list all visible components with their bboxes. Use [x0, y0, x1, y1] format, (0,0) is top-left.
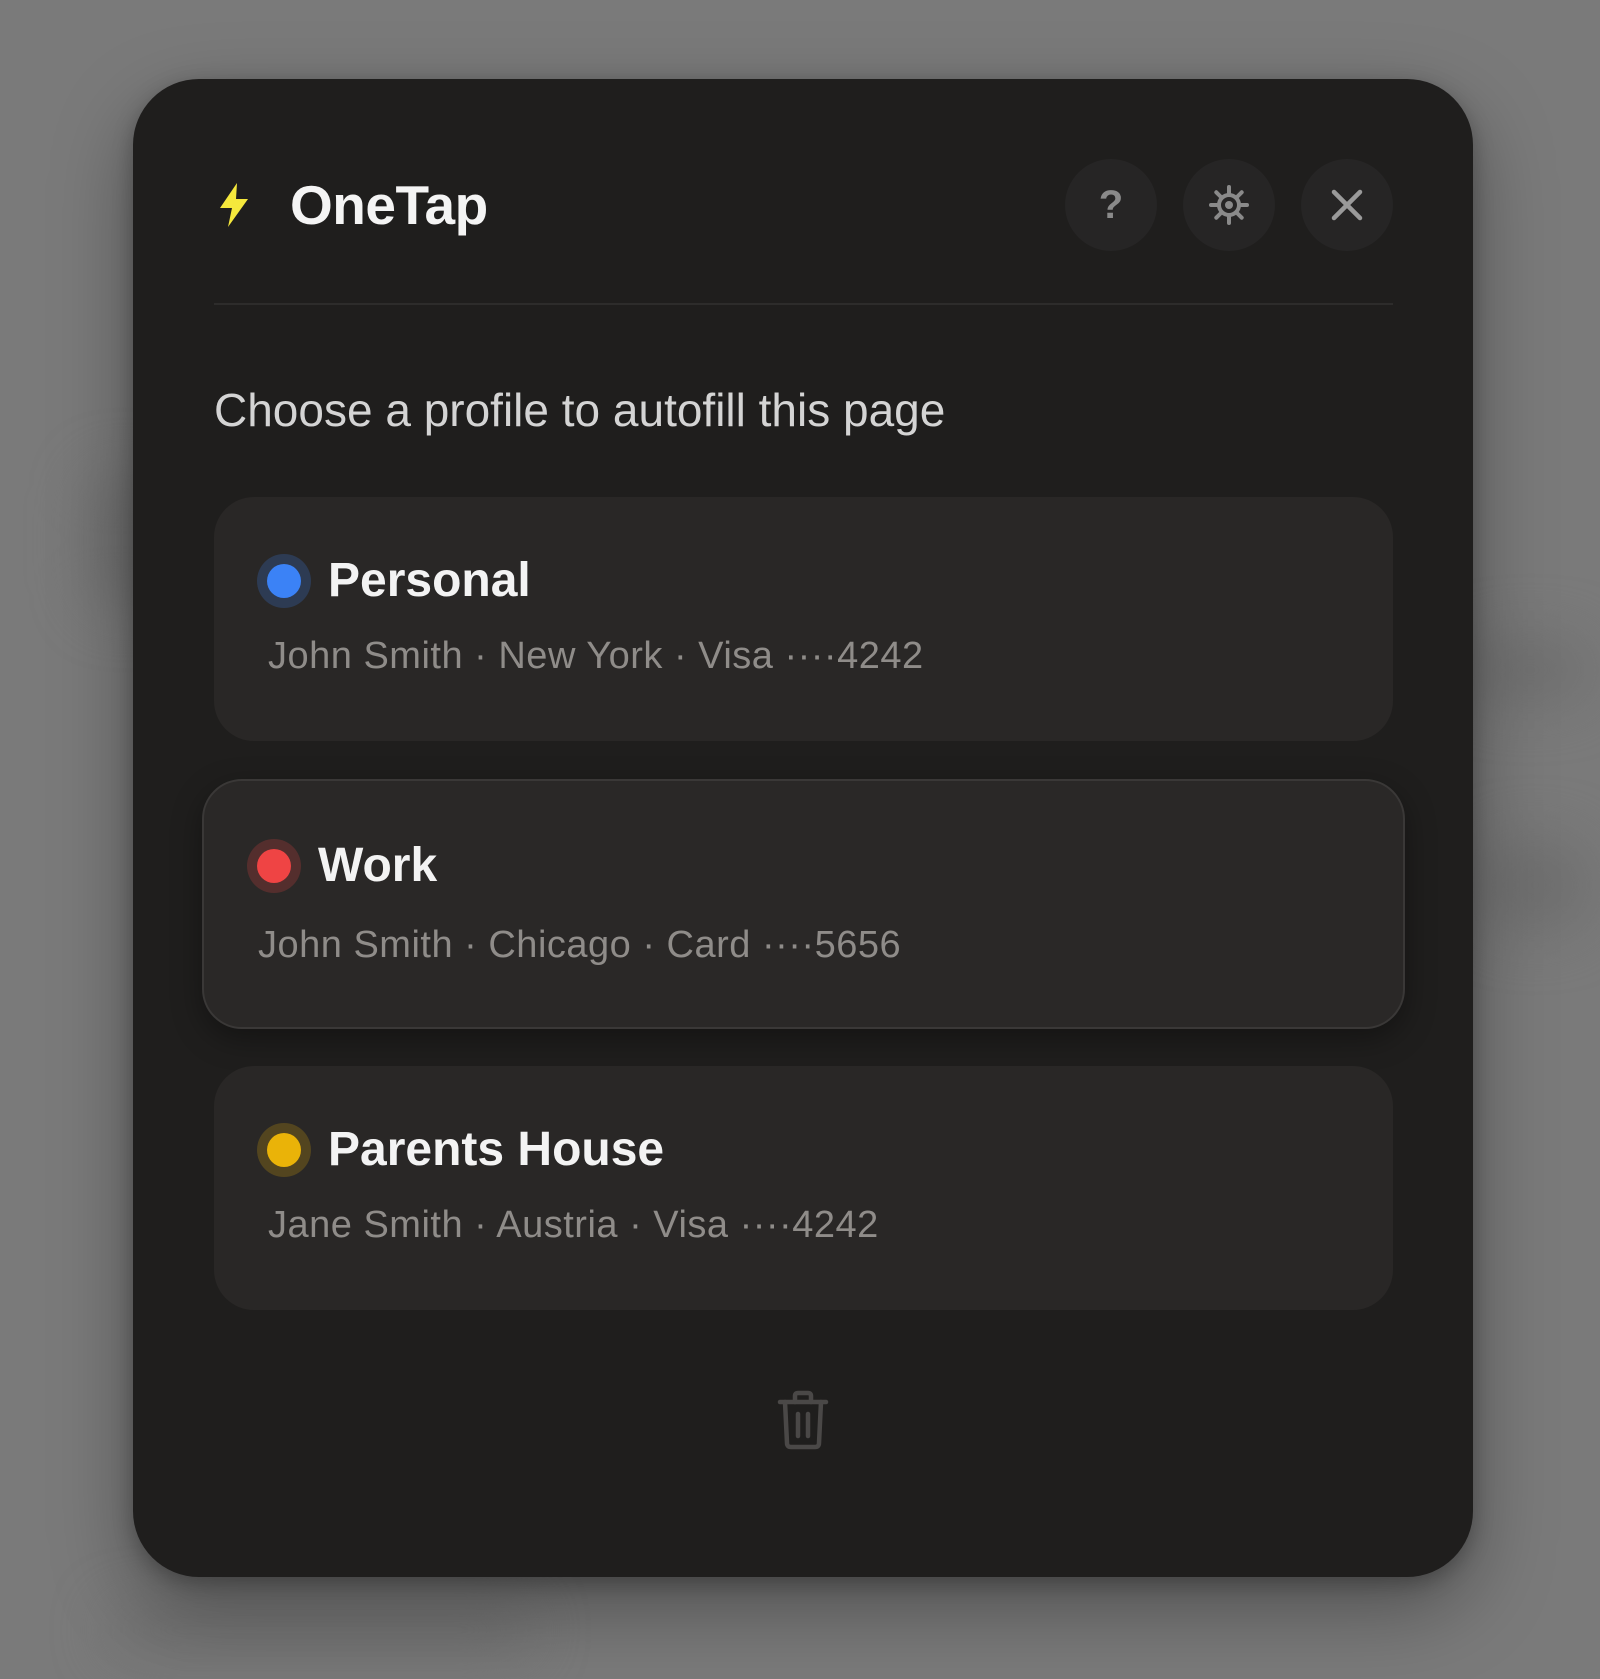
- profile-name: Work: [318, 839, 438, 892]
- header-divider: [214, 303, 1393, 305]
- gear-icon: [1209, 185, 1249, 225]
- header-actions: ?: [1065, 159, 1393, 251]
- backdrop-shape: [1470, 640, 1590, 700]
- autofill-popup: OneTap ? Choose a profile to autofill th…: [133, 79, 1473, 1577]
- profile-color-dot: [247, 838, 301, 893]
- profile-card-parents-house[interactable]: Parents House Jane Smith · Austria · Vis…: [214, 1066, 1393, 1310]
- delete-button[interactable]: [775, 1389, 831, 1451]
- settings-button[interactable]: [1183, 159, 1275, 251]
- prompt-text: Choose a profile to autofill this page: [214, 384, 946, 436]
- app-title: OneTap: [290, 174, 488, 236]
- profile-heading: Personal: [257, 553, 531, 608]
- close-icon: [1331, 189, 1363, 221]
- profile-color-dot: [257, 553, 311, 608]
- profile-heading: Work: [247, 838, 437, 893]
- profile-color-dot: [257, 1122, 311, 1177]
- help-button[interactable]: ?: [1065, 159, 1157, 251]
- profile-card-work[interactable]: Work John Smith · Chicago · Card ····565…: [202, 779, 1405, 1029]
- profile-name: Parents House: [328, 1123, 665, 1176]
- backdrop-shape: [1480, 840, 1590, 930]
- profile-heading: Parents House: [257, 1122, 664, 1177]
- trash-icon: [777, 1390, 829, 1450]
- profile-detail: Jane Smith · Austria · Visa ····4242: [268, 1204, 879, 1246]
- brand: OneTap: [214, 159, 488, 251]
- profile-card-personal[interactable]: Personal John Smith · New York · Visa ··…: [214, 497, 1393, 741]
- backdrop-shape: [110, 1610, 530, 1650]
- profile-name: Personal: [328, 554, 531, 607]
- close-button[interactable]: [1301, 159, 1393, 251]
- lightning-bolt-icon: [214, 181, 254, 229]
- help-icon: ?: [1098, 182, 1124, 227]
- profile-detail: John Smith · New York · Visa ····4242: [268, 635, 924, 677]
- popup-header: OneTap ?: [214, 159, 1393, 251]
- profile-detail: John Smith · Chicago · Card ····5656: [258, 924, 902, 966]
